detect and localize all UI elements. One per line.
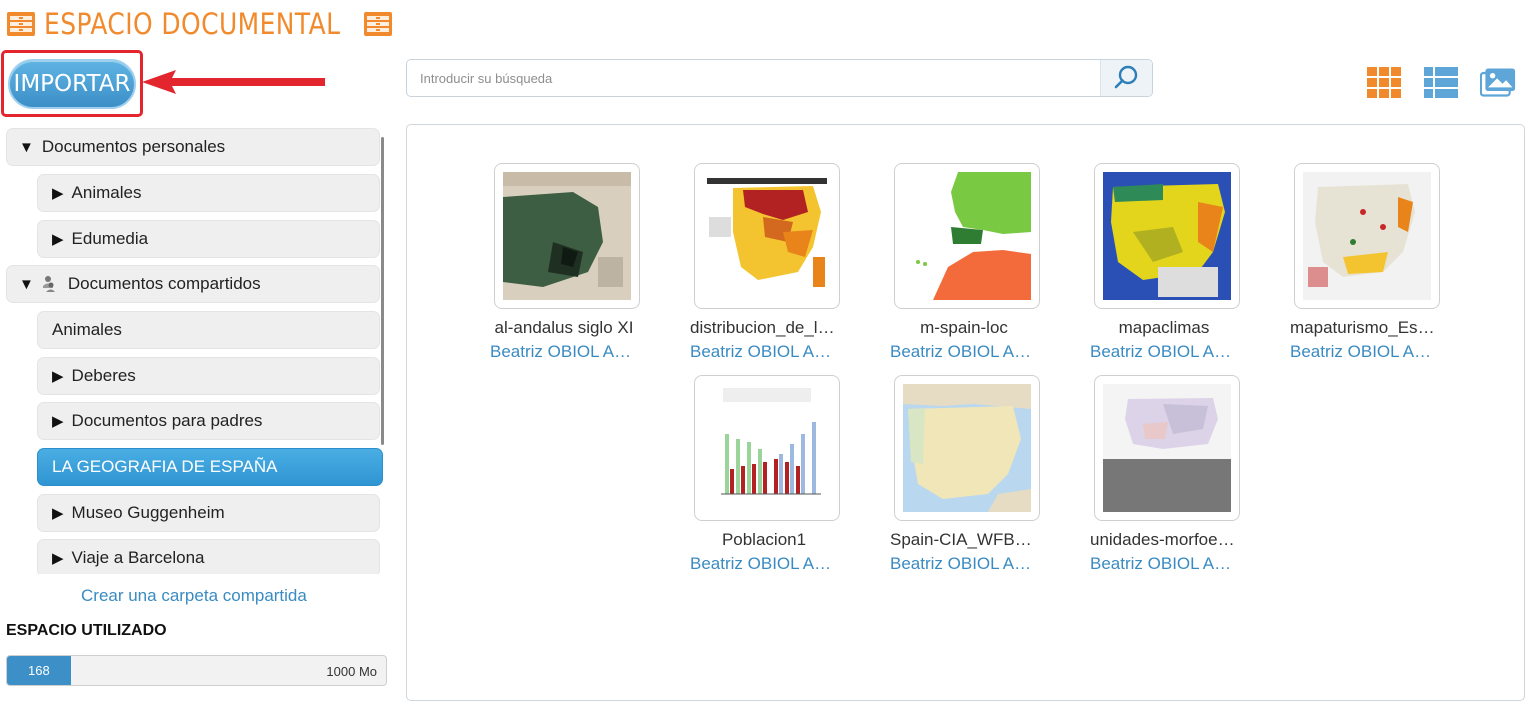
- pointer-arrow-icon: [142, 70, 325, 94]
- folder-personal-animales[interactable]: ▶ Animales: [37, 174, 380, 212]
- file-owner[interactable]: Beatriz OBIOL ALONSO: [1084, 554, 1244, 574]
- caret-right-icon[interactable]: ▶: [52, 412, 64, 430]
- search-icon: [1114, 65, 1137, 89]
- tourism-map-thumbnail: [1303, 172, 1431, 300]
- climate-map-thumbnail: [1103, 172, 1231, 300]
- folder-shared-viaje-a-barcelona[interactable]: ▶ Viaje a Barcelona: [37, 539, 380, 574]
- list-view-button[interactable]: [1423, 66, 1459, 98]
- storage-total-value: 1000 Mo: [326, 664, 377, 679]
- grid-view-button[interactable]: [1366, 66, 1402, 98]
- caret-right-icon[interactable]: ▶: [52, 504, 64, 522]
- create-shared-folder-link[interactable]: Crear una carpeta compartida: [81, 586, 307, 606]
- caret-right-icon[interactable]: ▶: [52, 230, 64, 248]
- file-owner[interactable]: Beatriz OBIOL ALONSO: [884, 342, 1044, 362]
- file-name[interactable]: m-spain-loc: [884, 318, 1044, 338]
- app-header: ESPACIO DOCUMENTAL: [6, 6, 393, 42]
- relief-map-thumbnail: [1103, 384, 1231, 512]
- file-thumbnail[interactable]: [694, 163, 840, 309]
- list-view-icon: [1424, 67, 1458, 98]
- file-owner[interactable]: Beatriz OBIOL ALONSO: [684, 342, 844, 362]
- folder-shared-animales[interactable]: Animales: [37, 311, 380, 349]
- folder-personal-edumedia[interactable]: ▶ Edumedia: [37, 220, 380, 258]
- storage-used-fill: 168: [7, 656, 71, 685]
- file-name[interactable]: unidades-morfoestructurales: [1084, 530, 1244, 550]
- gallery-view-button[interactable]: [1480, 66, 1516, 98]
- folder-label: LA GEOGRAFIA DE ESPAÑA: [52, 457, 278, 476]
- caret-down-icon[interactable]: ▼: [19, 139, 34, 156]
- file-item[interactable]: distribucion_de_la_poblacion Beatriz OBI…: [684, 163, 844, 363]
- location-map-thumbnail: [903, 172, 1031, 300]
- file-item[interactable]: al-andalus siglo XI Beatriz OBIOL ALONSO: [484, 163, 644, 363]
- file-owner[interactable]: Beatriz OBIOL ALONSO: [884, 554, 1044, 574]
- search-bar: [406, 59, 1153, 97]
- file-thumbnail[interactable]: [1094, 375, 1240, 521]
- file-item[interactable]: Spain-CIA_WFB_Map Beatriz OBIOL ALONSO: [884, 375, 1044, 575]
- file-thumbnail[interactable]: [894, 163, 1040, 309]
- folder-label: Animales: [71, 183, 142, 202]
- folder-label: Edumedia: [71, 229, 149, 248]
- file-item[interactable]: Poblacion1 Beatriz OBIOL ALONSO: [684, 375, 844, 575]
- page-title: ESPACIO DOCUMENTAL: [44, 7, 341, 41]
- file-item[interactable]: m-spain-loc Beatriz OBIOL ALONSO: [884, 163, 1044, 363]
- file-name[interactable]: mapaclimas: [1084, 318, 1244, 338]
- folder-label: Museo Guggenheim: [71, 503, 225, 522]
- file-thumbnail[interactable]: [1094, 163, 1240, 309]
- population-map-thumbnail: [703, 172, 831, 300]
- storage-title: ESPACIO UTILIZADO: [6, 622, 167, 639]
- storage-usage-bar: 168 1000 Mo: [6, 655, 387, 686]
- import-highlight: IMPORTAR: [1, 50, 143, 117]
- folder-shared-documentos-para-padres[interactable]: ▶ Documentos para padres: [37, 402, 380, 440]
- shared-users-icon: [42, 276, 55, 292]
- file-grid-panel: al-andalus siglo XI Beatriz OBIOL ALONSO…: [406, 124, 1525, 701]
- file-thumbnail[interactable]: [694, 375, 840, 521]
- file-owner[interactable]: Beatriz OBIOL ALONSO: [1284, 342, 1444, 362]
- folder-label: Animales: [52, 320, 122, 339]
- bar-chart-thumbnail: [703, 384, 831, 512]
- file-owner[interactable]: Beatriz OBIOL ALONSO: [684, 554, 844, 574]
- file-item[interactable]: unidades-morfoestructurales Beatriz OBIO…: [1084, 375, 1244, 575]
- file-owner[interactable]: Beatriz OBIOL ALONSO: [484, 342, 644, 362]
- caret-right-icon[interactable]: ▶: [52, 367, 64, 385]
- document-box-icon: [7, 12, 35, 36]
- file-thumbnail[interactable]: [1294, 163, 1440, 309]
- file-owner[interactable]: Beatriz OBIOL ALONSO: [1084, 342, 1244, 362]
- search-button[interactable]: [1100, 60, 1152, 96]
- gallery-view-icon: [1480, 68, 1516, 97]
- folder-documentos-compartidos[interactable]: ▼ Documentos compartidos: [6, 265, 380, 303]
- import-button[interactable]: IMPORTAR: [8, 59, 136, 109]
- search-input[interactable]: [407, 60, 1100, 96]
- view-mode-switcher: [1366, 66, 1516, 98]
- document-box-icon: [363, 12, 392, 36]
- folder-label: Documentos compartidos: [67, 274, 261, 293]
- file-item[interactable]: mapaclimas Beatriz OBIOL ALONSO: [1084, 163, 1244, 363]
- historical-map-thumbnail: [503, 172, 631, 300]
- folder-label: Documentos personales: [41, 137, 226, 156]
- folder-documentos-personales[interactable]: ▼ Documentos personales: [6, 128, 380, 166]
- file-name[interactable]: al-andalus siglo XI: [484, 318, 644, 338]
- folder-shared-la-geografia-de-espana[interactable]: LA GEOGRAFIA DE ESPAÑA: [37, 448, 383, 486]
- file-item[interactable]: mapaturismo_España Beatriz OBIOL ALONSO: [1284, 163, 1444, 363]
- file-thumbnail[interactable]: [494, 163, 640, 309]
- folder-label: Documentos para padres: [71, 411, 263, 430]
- folder-label: Viaje a Barcelona: [71, 548, 205, 567]
- file-name[interactable]: mapaturismo_España: [1284, 318, 1444, 338]
- political-map-thumbnail: [903, 384, 1031, 512]
- file-name[interactable]: Poblacion1: [684, 530, 844, 550]
- tree-scrollbar[interactable]: [381, 137, 384, 445]
- folder-tree: ▼ Documentos personales ▶ Animales ▶ Edu…: [6, 128, 386, 574]
- file-thumbnail[interactable]: [894, 375, 1040, 521]
- caret-right-icon[interactable]: ▶: [52, 184, 64, 202]
- folder-label: Deberes: [71, 366, 136, 385]
- file-name[interactable]: distribucion_de_la_poblacion: [684, 318, 844, 338]
- storage-used-value: 168: [27, 663, 50, 678]
- folder-shared-museo-guggenheim[interactable]: ▶ Museo Guggenheim: [37, 494, 380, 532]
- caret-right-icon[interactable]: ▶: [52, 549, 64, 567]
- caret-down-icon[interactable]: ▼: [19, 276, 34, 293]
- grid-view-icon: [1367, 67, 1401, 98]
- folder-shared-deberes[interactable]: ▶ Deberes: [37, 357, 380, 395]
- file-name[interactable]: Spain-CIA_WFB_Map: [884, 530, 1044, 550]
